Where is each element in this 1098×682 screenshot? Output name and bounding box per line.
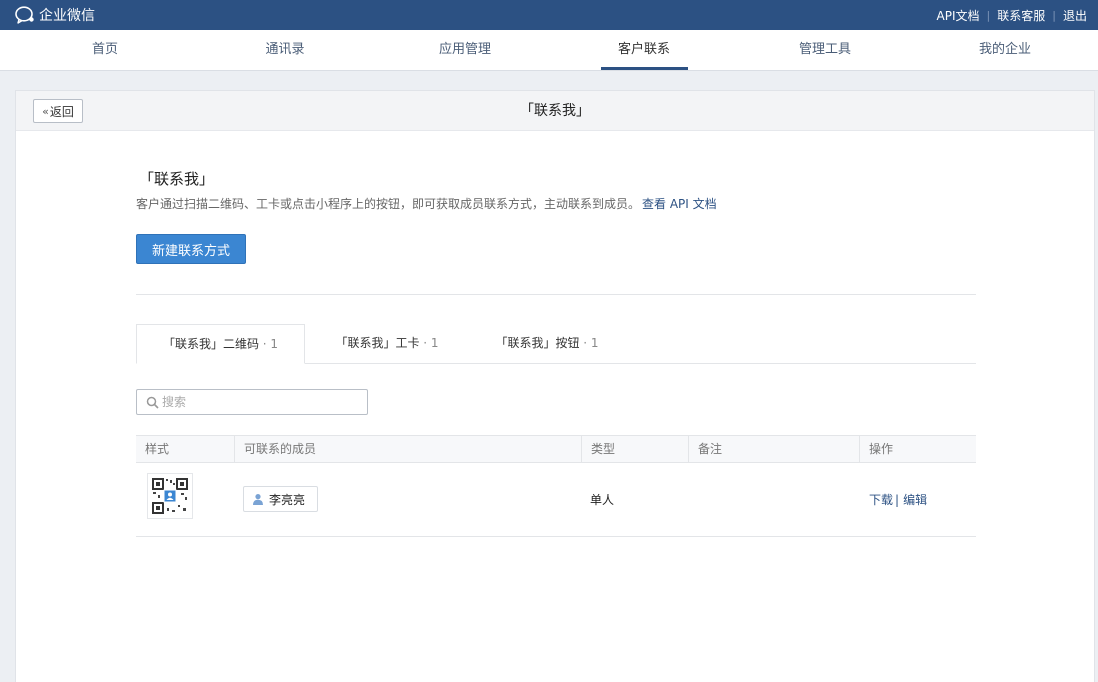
download-link[interactable]: 下载 [869,493,893,507]
wechat-work-logo-icon [15,6,34,24]
tab-label: 「联系我」按钮 [495,336,580,350]
tab-count: · 1 [423,336,439,350]
top-links: API文档 | 联系客服 | 退出 [930,0,1094,30]
qr-code-thumbnail[interactable] [147,473,193,519]
tab-work-card[interactable]: 「联系我」工卡 · 1 [322,324,452,364]
edit-link[interactable]: 编辑 [903,493,927,507]
section-divider [136,294,976,295]
user-icon [253,494,263,505]
section-description: 客户通过扫描二维码、工卡或点击小程序上的按钮，即可获取成员联系方式，主动联系到成… [136,195,717,212]
back-button[interactable]: « 返回 [33,99,83,123]
tab-bar: 「联系我」二维码 · 1 「联系我」工卡 · 1 「联系我」按钮 · 1 [136,324,976,364]
column-header-type: 类型 [581,436,688,462]
tab-button[interactable]: 「联系我」按钮 · 1 [482,324,612,364]
tab-label: 「联系我」二维码 [162,337,259,351]
column-header-style: 样式 [145,442,170,456]
app-logo[interactable]: 企业微信 [14,5,95,25]
create-contact-button[interactable]: 新建联系方式 [136,234,246,264]
member-name: 李亮亮 [269,492,306,507]
nav-customer-contact[interactable]: 客户联系 [584,30,704,70]
column-header-actions: 操作 [859,436,976,462]
table-header: 样式 可联系的成员 类型 备注 操作 [136,435,976,463]
nav-my-enterprise[interactable]: 我的企业 [945,30,1065,70]
action-divider: | [895,493,900,507]
actions-cell: 下载 | 编辑 [869,491,927,508]
app-name: 企业微信 [39,8,95,24]
content-card: 「联系我」 « 返回 「联系我」 客户通过扫描二维码、工卡或点击小程序上的按钮，… [15,90,1095,682]
column-header-note: 备注 [688,436,858,462]
nav-management-tools[interactable]: 管理工具 [765,30,885,70]
main-nav: 首页 通讯录 应用管理 客户联系 管理工具 我的企业 [0,30,1098,71]
search-box [136,389,368,415]
api-doc-inline-link[interactable]: 查看 API 文档 [642,197,717,211]
tab-count: · 1 [583,336,599,350]
nav-home[interactable]: 首页 [45,30,165,70]
nav-app-management[interactable]: 应用管理 [405,30,525,70]
top-bar: 企业微信 API文档 | 联系客服 | 退出 [0,0,1098,30]
qr-code-icon [152,478,188,514]
logout-link[interactable]: 退出 [1056,7,1094,24]
search-icon [146,396,159,409]
tab-label: 「联系我」工卡 [335,336,420,350]
column-header-members: 可联系的成员 [234,436,581,462]
nav-active-indicator [601,67,688,70]
api-doc-link[interactable]: API文档 [930,7,987,24]
chevron-double-left-icon: « [42,104,49,118]
card-header: 「联系我」 « 返回 [16,91,1094,131]
description-text: 客户通过扫描二维码、工卡或点击小程序上的按钮，即可获取成员联系方式，主动联系到成… [136,197,641,211]
type-cell: 单人 [590,493,615,507]
page-title: 「联系我」 [520,103,590,119]
table-row: 李亮亮 单人 下载 | 编辑 [136,463,976,537]
nav-contacts[interactable]: 通讯录 [225,30,345,70]
back-button-label: 返回 [49,104,74,119]
member-tag: 李亮亮 [243,486,319,512]
search-input[interactable] [162,390,362,414]
tab-qr-code[interactable]: 「联系我」二维码 · 1 [136,324,305,364]
tab-count: · 1 [262,337,279,351]
section-title: 「联系我」 [139,170,215,188]
contact-support-link[interactable]: 联系客服 [990,7,1052,24]
